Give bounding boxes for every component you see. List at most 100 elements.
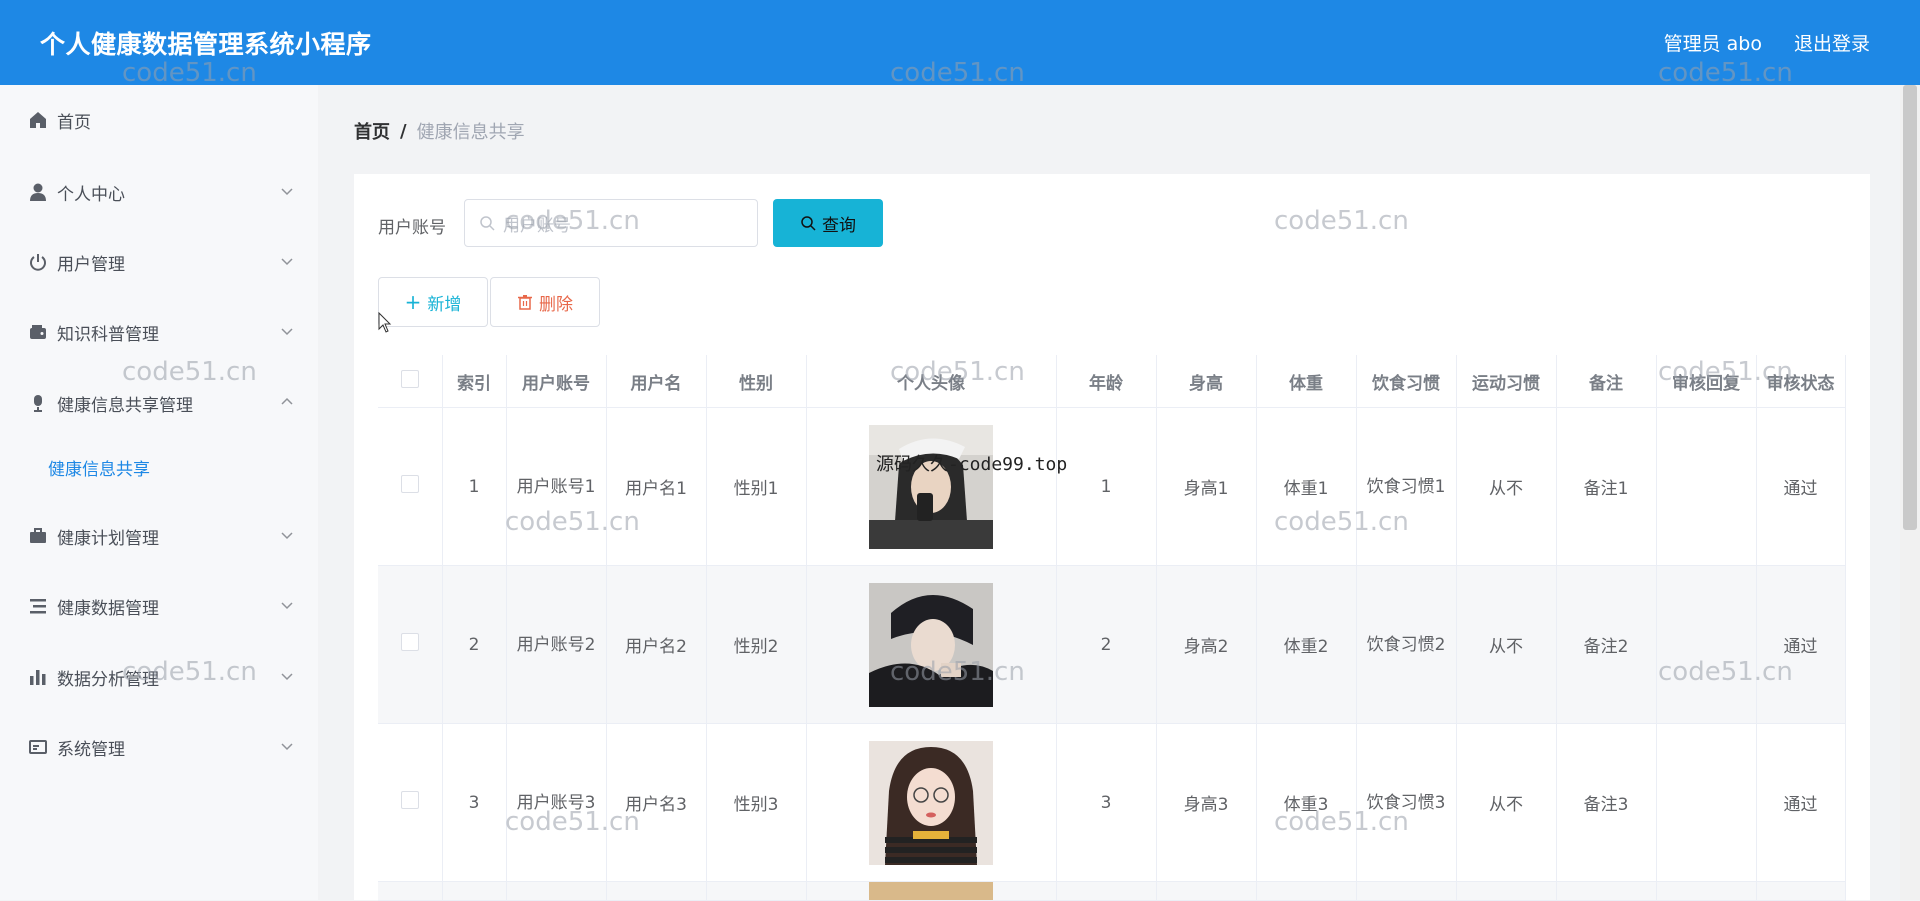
column-header[interactable]: 体重 [1256, 355, 1357, 408]
header-right: 管理员 abo 退出登录 [1632, 29, 1870, 56]
breadcrumb-home[interactable]: 首页 [354, 118, 390, 144]
cell-account: 用户账号1 [506, 407, 607, 566]
cell-avatar [806, 565, 1057, 724]
app-title: 个人健康数据管理系统小程序 [40, 29, 372, 59]
cell-diet: 饮食习惯3 [1356, 723, 1457, 882]
cell-index: 3 [442, 723, 507, 882]
cell-name: 用户名2 [606, 565, 707, 724]
search-button-label: 查询 [822, 215, 856, 236]
sidebar-item-label: 健康计划管理 [57, 528, 159, 549]
cell-height: 身高1 [1156, 407, 1257, 566]
cell-note: 备注3 [1556, 723, 1657, 882]
cell-avatar [806, 881, 1057, 901]
briefcase-icon [27, 525, 49, 547]
cell-account: 用户账号2 [506, 565, 607, 724]
mouse-cursor-icon [378, 312, 392, 333]
column-header[interactable]: 性别 [706, 355, 807, 408]
sidebar-item-home[interactable]: 首页 [0, 98, 318, 142]
column-header[interactable]: 用户账号 [506, 355, 607, 408]
column-header[interactable]: 身高 [1156, 355, 1257, 408]
watermark: code51.cn [122, 657, 257, 687]
cell-note: 备注2 [1556, 565, 1657, 724]
sidebar-item-knowledge-management[interactable]: 知识科普管理 [0, 310, 318, 354]
search-icon [480, 216, 495, 231]
power-icon [27, 251, 49, 273]
watermark: code51.cn [1274, 507, 1409, 537]
row-select-cell[interactable] [378, 407, 443, 566]
sidebar-item-user-management[interactable]: 用户管理 [0, 240, 318, 284]
watermark: code51.cn [1274, 807, 1409, 837]
cell-height: 身高2 [1156, 565, 1257, 724]
row-checkbox[interactable] [400, 475, 419, 493]
watermark: code51.cn [505, 206, 640, 236]
select-all-checkbox[interactable] [400, 369, 419, 388]
chevron-down-icon [281, 258, 293, 266]
column-header[interactable]: 索引 [442, 355, 507, 408]
chevron-down-icon [281, 602, 293, 610]
watermark: code51.cn [505, 807, 640, 837]
scrollbar-thumb[interactable] [1903, 85, 1917, 530]
watermark: code51.cn [890, 58, 1025, 88]
user-icon [27, 181, 49, 203]
cell-reply [1656, 565, 1757, 724]
row-checkbox[interactable] [400, 633, 419, 651]
chevron-down-icon [281, 532, 293, 540]
row-select-cell[interactable] [378, 723, 443, 882]
sidebar-item-label: 知识科普管理 [57, 324, 159, 345]
sidebar-item-health-plan-management[interactable]: 健康计划管理 [0, 514, 318, 558]
select-all-cell[interactable] [378, 355, 443, 408]
row-select-cell[interactable] [378, 565, 443, 724]
cell-status: 通过 [1756, 565, 1846, 724]
delete-button[interactable]: 删除 [490, 277, 600, 327]
watermark: code51.cn [1658, 357, 1793, 387]
column-header[interactable]: 备注 [1556, 355, 1657, 408]
table-row-partial [378, 881, 1846, 901]
column-header[interactable]: 用户名 [606, 355, 707, 408]
add-button[interactable]: + 新增 [378, 277, 488, 327]
cell-weight: 体重1 [1256, 407, 1357, 566]
watermark: code51.cn [1658, 657, 1793, 687]
cell-gender: 性别3 [706, 723, 807, 882]
watermark: code51.cn [1274, 206, 1409, 236]
watermark: code51.cn [890, 657, 1025, 687]
cell-status: 通过 [1756, 407, 1846, 566]
cell-avatar [806, 407, 1057, 566]
column-header[interactable]: 饮食习惯 [1356, 355, 1457, 408]
wallet-icon [27, 321, 49, 343]
sidebar-item-health-share-management[interactable]: 健康信息共享管理 [0, 381, 318, 425]
table-header-row: 索引 用户账号 用户名 性别 个人头像 年龄 身高 体重 饮食习惯 运动习惯 备… [378, 355, 1846, 408]
avatar-image [869, 424, 993, 549]
table-row[interactable]: 3 用户账号3 用户名3 性别3 3 身高3 体重3 饮食习惯3 从不 备注3 … [378, 723, 1846, 882]
search-button[interactable]: 查询 [773, 199, 883, 247]
cell-diet: 饮食习惯1 [1356, 407, 1457, 566]
column-header[interactable]: 运动习惯 [1456, 355, 1557, 408]
column-header[interactable]: 年龄 [1056, 355, 1157, 408]
source-watermark: 源码久久-code99.top [876, 454, 1068, 475]
cell-age: 2 [1056, 565, 1157, 724]
sidebar-subitem-health-share[interactable]: 健康信息共享 [0, 447, 318, 487]
table-row[interactable]: 1 用户账号1 用户名1 性别1 1 身高1 体重1 饮食习惯1 从不 备注1 … [378, 407, 1846, 566]
search-label: 用户账号 [378, 218, 446, 238]
sidebar-item-label: 用户管理 [57, 254, 125, 275]
cell-age: 1 [1056, 407, 1157, 566]
logout-link[interactable]: 退出登录 [1794, 29, 1870, 56]
cell-index: 2 [442, 565, 507, 724]
search-icon [801, 216, 816, 231]
sidebar-item-label: 健康数据管理 [57, 598, 159, 619]
sidebar-item-personal-center[interactable]: 个人中心 [0, 170, 318, 214]
sidebar-item-system-management[interactable]: 系统管理 [0, 725, 318, 769]
cell-reply [1656, 723, 1757, 882]
cell-note: 备注1 [1556, 407, 1657, 566]
cell-index: 1 [442, 407, 507, 566]
list-icon [27, 595, 49, 617]
sidebar-item-health-data-management[interactable]: 健康数据管理 [0, 584, 318, 628]
card-icon [27, 736, 49, 758]
breadcrumb: 首页 / 健康信息共享 [354, 118, 525, 144]
table-row[interactable]: 2 用户账号2 用户名2 性别2 2 身高2 体重2 饮食习惯2 从不 备注2 … [378, 565, 1846, 724]
avatar-image [869, 740, 993, 865]
row-checkbox[interactable] [400, 791, 419, 809]
avatar-image [869, 582, 993, 707]
cell-name: 用户名1 [606, 407, 707, 566]
watermark: code51.cn [122, 58, 257, 88]
delete-button-label: 删除 [539, 294, 573, 315]
